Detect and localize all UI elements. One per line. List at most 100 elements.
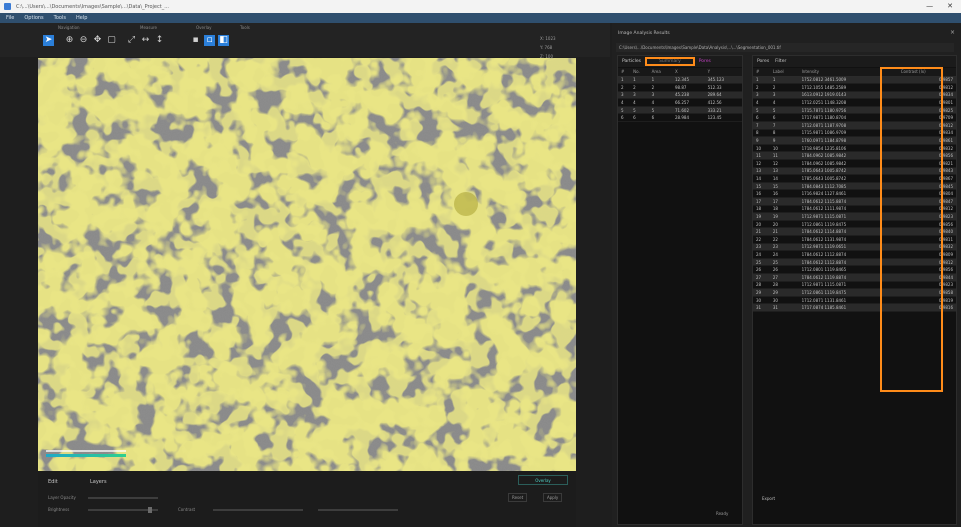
pore-row[interactable]: 15 15 1784.0843 1112.7085 0.9845	[753, 182, 956, 191]
pore-row[interactable]: 1 1 1752.0812 3461.5009 0.9857	[753, 76, 956, 85]
mask-tool-icon[interactable]: ◧	[218, 35, 229, 46]
brightness-slider-handle[interactable]	[148, 507, 152, 513]
pore-row[interactable]: 29 29 1712.0861 1119.8475 0.9858	[753, 288, 956, 297]
table-cell: 15	[753, 182, 770, 191]
pore-row[interactable]: 19 19 1712.9871 1115.0871 0.9823	[753, 212, 956, 221]
particle-row[interactable]: 2 2 2 98.87 512.33	[618, 83, 742, 92]
panel-close-icon[interactable]: ×	[950, 29, 955, 36]
particle-row[interactable]: 4 4 4 66.257 412.56	[618, 98, 742, 107]
pore-row[interactable]: 3 3 1613.0912 1919.0143 0.9834	[753, 91, 956, 100]
file-path-field[interactable]: C:\Users\...\Documents\Images\Sample\Dat…	[616, 43, 954, 52]
table-cell: 0.9847	[897, 197, 956, 206]
tab-pores[interactable]: Pores	[757, 59, 769, 64]
column-header[interactable]: No.	[630, 68, 649, 77]
tab-pores-left[interactable]: Pores	[699, 59, 711, 64]
pore-row[interactable]: 30 30 1712.0871 1131.8461 0.9819	[753, 296, 956, 305]
menu-help[interactable]: Help	[76, 15, 87, 21]
contrast-label: Contrast	[178, 507, 196, 512]
column-header[interactable]: Contrast (lx)	[897, 68, 956, 77]
menu-tools[interactable]: Tools	[54, 15, 66, 21]
zoom-in-icon[interactable]: ⊕	[64, 35, 75, 46]
pore-row[interactable]: 17 17 1784.0612 1115.8874 0.9847	[753, 197, 956, 206]
pore-row[interactable]: 23 23 1712.9871 1119.0651 0.9832	[753, 243, 956, 252]
table-cell: 1784.0612 1112.8874	[798, 250, 898, 259]
pore-row[interactable]: 21 21 1784.0612 1114.8874 0.9840	[753, 227, 956, 236]
tab-summary[interactable]: Summary	[644, 57, 695, 66]
contrast-slider[interactable]	[213, 509, 303, 511]
opacity-slider[interactable]	[88, 497, 158, 499]
minimize-button[interactable]: —	[926, 2, 933, 10]
table-cell: 1712.0871 1131.8461	[798, 296, 898, 305]
table-cell: 10	[753, 144, 770, 153]
tab-edit[interactable]: Edit	[48, 477, 58, 487]
pore-row[interactable]: 27 27 1784.0612 1119.8874 0.9844	[753, 273, 956, 282]
tab-particles[interactable]: Particles	[622, 59, 641, 64]
overlay-toggle[interactable]: Overlay	[518, 475, 568, 485]
table-cell: 4	[769, 98, 799, 107]
select-tool-icon[interactable]: ▫	[204, 35, 215, 46]
tab-layers[interactable]: Layers	[90, 477, 107, 487]
table-cell: 12.345	[672, 76, 705, 85]
toolbar-group-tools: Tools	[240, 25, 250, 30]
pore-row[interactable]: 16 16 1716.9824 1127.8461 0.9804	[753, 189, 956, 198]
pore-row[interactable]: 7 7 1712.0871 1187.9708 0.9812	[753, 121, 956, 130]
tab-filter[interactable]: Filter	[775, 59, 786, 64]
reset-button[interactable]: Reset	[508, 493, 528, 502]
table-cell: 0.9804	[897, 189, 956, 198]
height-tool-icon[interactable]: ↕	[154, 35, 165, 46]
pore-row[interactable]: 11 11 1784.0962 1085.9842 0.9856	[753, 151, 956, 161]
particle-row[interactable]: 1 1 1 12.345 345.123	[618, 76, 742, 85]
pore-row[interactable]: 25 25 1784.0612 1112.8874 0.9812	[753, 258, 956, 267]
pore-row[interactable]: 24 24 1784.0612 1112.8874 0.9809	[753, 250, 956, 259]
pore-row[interactable]: 9 9 1760.0971 1184.8798 0.9861	[753, 136, 956, 145]
pore-row[interactable]: 22 22 1784.0612 1131.9874 0.9811	[753, 235, 956, 244]
distance-tool-icon[interactable]: ↔	[140, 35, 151, 46]
pore-row[interactable]: 8 8 1715.9871 1086.9709 0.9834	[753, 129, 956, 138]
table-cell: 6	[769, 113, 799, 123]
close-button[interactable]: ✕	[947, 2, 953, 10]
table-cell: 8	[769, 129, 799, 138]
table-cell: 5	[648, 106, 673, 115]
table-cell: 30	[769, 296, 799, 305]
pan-tool-icon[interactable]: ✥	[92, 35, 103, 46]
column-header[interactable]: Label	[769, 68, 799, 77]
pore-row[interactable]: 2 2 1712.1055 1485.2589 0.9812	[753, 83, 956, 92]
column-header[interactable]: Intensity	[798, 68, 898, 77]
pore-row[interactable]: 5 5 1715.7871 1180.9756 0.9825	[753, 106, 956, 115]
pore-row[interactable]: 4 4 1712.0251 1148.3208 0.9801	[753, 98, 956, 107]
image-tool-icon[interactable]: ▪	[190, 35, 201, 46]
column-header[interactable]: Y	[704, 68, 742, 77]
export-button[interactable]: Export	[762, 496, 775, 501]
column-header[interactable]: #	[753, 68, 770, 77]
column-header[interactable]: Area	[648, 68, 673, 77]
pore-row[interactable]: 14 14 1785.0643 1005.8742 0.9867	[753, 174, 956, 183]
pores-tabs: Pores Filter	[753, 56, 956, 67]
fit-view-icon[interactable]: ▢	[106, 35, 117, 46]
segmentation-image[interactable]	[38, 58, 576, 471]
particle-row[interactable]: 5 5 5 71.602 333.21	[618, 106, 742, 115]
pore-row[interactable]: 31 31 1717.0874 1185.8461 0.9816	[753, 303, 956, 312]
particle-row[interactable]: 6 6 6 28.984 123.45	[618, 113, 742, 123]
menu-file[interactable]: File	[6, 15, 14, 21]
table-cell: 1785.0643 1005.8742	[798, 167, 898, 176]
pore-row[interactable]: 20 20 1712.0861 1119.8475 0.9856	[753, 220, 956, 229]
zoom-out-icon[interactable]: ⊖	[78, 35, 89, 46]
table-cell: 1712.9871 1115.0871	[798, 212, 898, 221]
pore-row[interactable]: 13 13 1785.0643 1005.8742 0.9843	[753, 167, 956, 176]
menu-options[interactable]: Options	[24, 15, 43, 21]
gamma-slider[interactable]	[318, 509, 398, 511]
column-header[interactable]: #	[618, 68, 631, 77]
pore-row[interactable]: 10 10 1718.9854 1235.8106 0.9832	[753, 144, 956, 153]
line-tool-icon[interactable]: ⤢	[126, 35, 137, 46]
pore-row[interactable]: 18 18 1784.0612 1111.9874 0.9812	[753, 205, 956, 214]
pore-row[interactable]: 6 6 1717.9871 1180.8704 0.9709	[753, 113, 956, 123]
pore-row[interactable]: 26 26 1712.0801 1119.8465 0.9856	[753, 265, 956, 274]
table-cell: 13	[753, 167, 770, 176]
column-header[interactable]: X	[672, 68, 705, 77]
image-viewer[interactable]	[38, 58, 576, 471]
particle-row[interactable]: 3 3 3 45.238 289.64	[618, 91, 742, 100]
pointer-tool-icon[interactable]: ➤	[43, 35, 54, 46]
pore-row[interactable]: 12 12 1784.0962 1085.9842 0.9821	[753, 159, 956, 168]
pore-row[interactable]: 28 28 1712.9871 1115.0871 0.9823	[753, 281, 956, 290]
apply-button[interactable]: Apply	[543, 493, 563, 502]
